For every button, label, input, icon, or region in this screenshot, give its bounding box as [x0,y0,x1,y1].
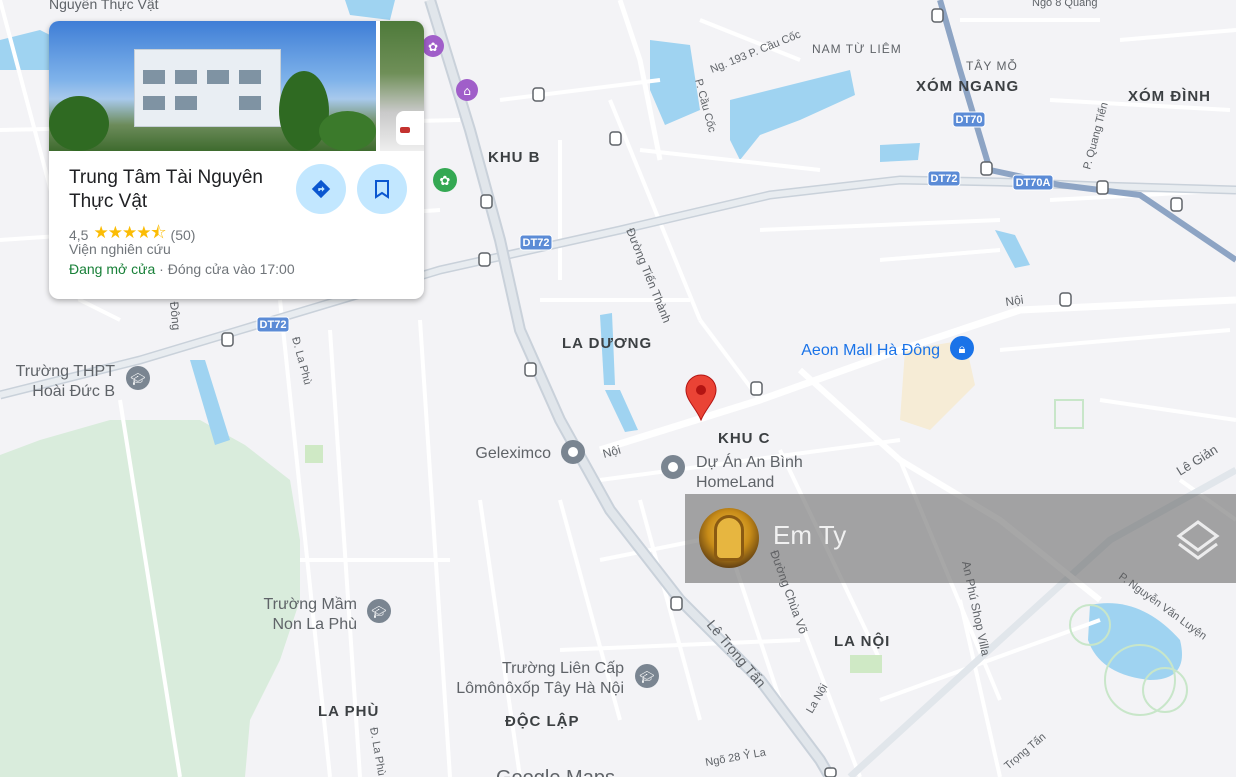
street-le-trong-tan: Lê Trọng Tấn [704,617,770,691]
poi-lien-cap-lomonoxop[interactable]: Trường Liên Cấp Lômônôxốp Tây Hà Nội 🎓︎ [456,660,659,697]
shield-dt70: DT70 [952,111,986,128]
area-khu-c: KHU C [718,430,771,447]
street-ngo-28-y-la: Ngõ 28 Ỷ La [704,745,767,769]
layers-logo-icon [1176,520,1220,560]
google-maps-logo: Google Maps [496,767,615,777]
car-image [396,111,424,145]
lake-small [880,143,920,162]
directions-icon [311,179,331,199]
svg-text:DT70A: DT70A [1016,177,1051,189]
river-north [345,0,395,20]
street-le-gian: Lê Giản [1174,442,1221,479]
closing-time: Đóng cửa vào 17:00 [167,261,295,277]
lake-cau-coc [650,40,700,125]
green-patch-2 [850,655,882,673]
area-nam-tu-liem: NAM TỪ LIÊM [812,41,902,56]
opening-hours: Đang mở cửa · Đóng cửa vào 17:00 [69,261,295,277]
tree-image-right-2 [319,111,376,151]
pond-east [995,230,1030,268]
place-title: Trung Tâm Tài Nguyên Thực Vật [69,167,263,212]
area-doc-lap: ĐỘC LẬP [505,712,580,730]
lake-north [730,70,855,160]
area-xom-dinh: XÓM ĐÌNH [1128,87,1211,105]
area-khu-b: KHU B [488,149,541,166]
shield-dt70a: DT70A [1012,174,1054,191]
street-ng193: Ng. 193 P. Cầu Cốc [709,28,803,75]
overlay-user-name: Em Ty [773,520,847,550]
building-image [134,49,281,127]
street-nguyen-thuc-vat: Nguyễn Thực Vật [49,0,159,12]
shield-dt72-mid: DT72 [519,234,553,251]
hours-separator: · [155,261,168,277]
svg-text:DT70: DT70 [956,114,983,126]
directions-button[interactable] [296,164,346,214]
review-count[interactable]: (50) [171,227,196,243]
street-dong: Đông [167,301,183,331]
street-la-noi-small: La Nội [804,682,830,716]
street-p-quang-tien: P. Quang Tiến [1081,101,1110,171]
open-status: Đang mở cửa [69,261,156,277]
area-xom-ngang: XÓM NGANG [916,77,1019,95]
svg-text:⌂: ⌂ [463,84,471,98]
shield-dt72-west: DT72 [256,316,290,333]
street-ngo-8-quang: Ngõ 8 Quang [1032,0,1097,9]
svg-text:DT72: DT72 [523,237,550,249]
svg-text:HomeLand: HomeLand [696,474,774,491]
svg-text:Trường THPT: Trường THPT [16,363,116,380]
svg-text:🔒︎: 🔒︎ [959,342,966,357]
save-button[interactable] [357,164,407,214]
street-noi-east: Nội [1004,293,1024,309]
green-patch [305,445,323,463]
svg-text:Non La Phù: Non La Phù [272,616,357,633]
street-d-la-phu-south: Đ. La Phù [367,726,387,776]
area-la-duong: LA DƯƠNG [562,335,652,352]
area-la-phu: LA PHÙ [318,702,379,720]
svg-text:DT72: DT72 [931,173,958,185]
street-d-la-phu: Đ. La Phù [289,336,313,386]
svg-text:Trường Liên Cấp: Trường Liên Cấp [502,660,624,677]
street-trong-tan: Trọng Tấn [1002,731,1048,772]
svg-text:✿: ✿ [440,174,451,189]
area-la-noi: LA NỘI [834,632,890,650]
place-card[interactable]: Trung Tâm Tài Nguyên Thực Vật 4,5 ★★★★⯪ … [49,21,424,299]
place-photo-main[interactable] [49,21,376,151]
svg-text:✿: ✿ [428,40,438,54]
svg-text:Lômônôxốp Tây Hà Nội: Lômônôxốp Tây Hà Nội [456,680,624,697]
svg-text:Hoài Đức B: Hoài Đức B [32,383,115,400]
svg-text:Aeon Mall Hà Đông: Aeon Mall Hà Đông [801,342,940,359]
bookmark-icon [375,180,389,199]
profile-overlay[interactable]: Em Ty [685,494,1236,583]
place-category: Viện nghiên cứu [69,241,171,257]
poi-du-an-an-binh[interactable]: Dự Án An Bình HomeLand [661,452,803,491]
green-square [1054,399,1084,429]
shield-dt72-north: DT72 [927,170,961,187]
tree-image [49,96,109,151]
garden-icon[interactable]: ✿ [433,168,457,192]
pond-la-duong-2 [605,390,638,432]
svg-text:Dự Án An Bình: Dự Án An Bình [696,452,803,471]
svg-text:DT72: DT72 [260,319,287,331]
poi-geleximco[interactable]: Geleximco [475,440,585,464]
svg-text:🎓︎: 🎓︎ [639,670,654,684]
svg-text:🎓︎: 🎓︎ [371,605,386,619]
svg-text:Geleximco: Geleximco [475,445,551,462]
svg-text:🎓︎: 🎓︎ [130,372,145,386]
avatar[interactable] [699,508,759,568]
svg-text:Trường Mầm: Trường Mầm [263,596,357,613]
area-tay-mo: TÂY MỖ [966,58,1018,73]
